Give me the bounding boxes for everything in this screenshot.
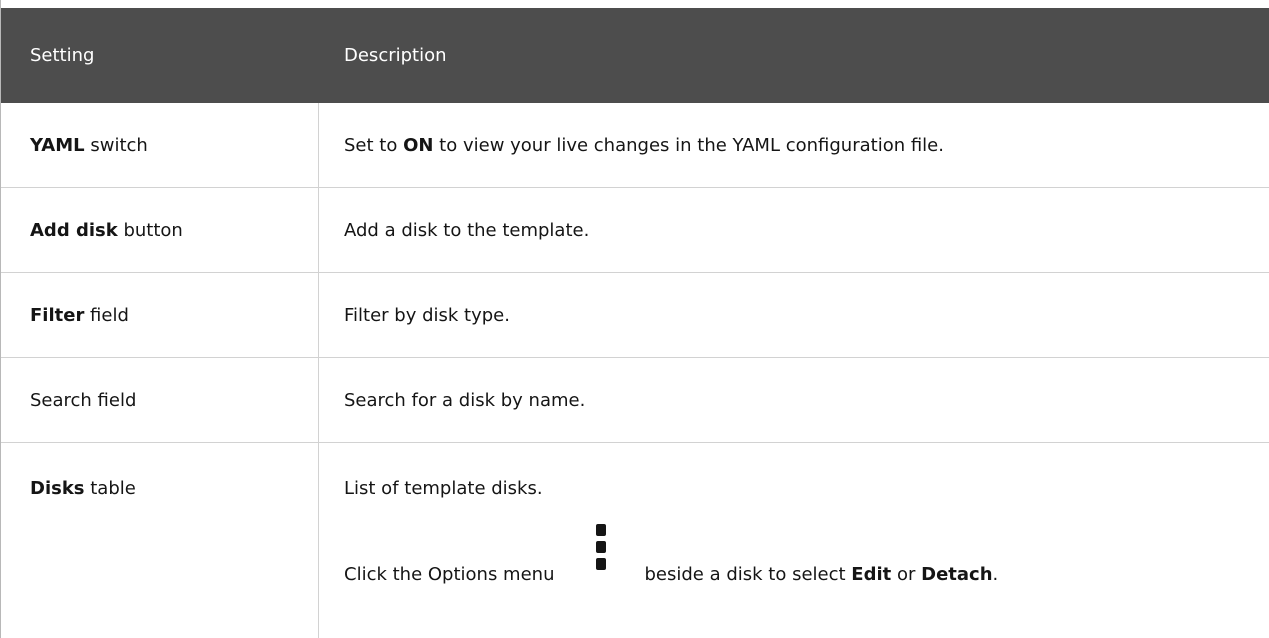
table-row: Search field Search for a disk by name. [1,358,1269,443]
description-text: to view your live changes in the YAML co… [433,134,944,156]
description-emphasis: Detach [921,563,993,585]
description-text: beside a disk to select [644,563,852,585]
settings-table: Setting Description YAML switch Set to O… [0,0,1269,638]
setting-cell: Filter field [1,273,319,357]
description-emphasis: ON [403,134,434,156]
table-row: YAML switch Set to ON to view your live … [1,103,1269,188]
setting-name: Search field [30,389,137,411]
description-cell: List of template disks. Click the Option… [319,443,1269,638]
description-text: Click the Options menu [344,563,555,585]
description-cell: Add a disk to the template. [319,188,1269,272]
setting-cell: Add disk button [1,188,319,272]
description-line: Click the Options menu beside a disk to … [344,524,999,597]
header-setting: Setting [30,44,95,66]
description-text: List of template disks. [344,478,543,499]
description-cell: Set to ON to view your live changes in t… [319,103,1269,187]
description-text: Filter by disk type. [344,304,510,326]
table-row: Add disk button Add a disk to the templa… [1,188,1269,273]
setting-type: table [84,478,136,499]
description-text: Search for a disk by name. [344,389,586,411]
description-text: . [992,563,999,585]
description-cell: Filter by disk type. [319,273,1269,357]
setting-name: Filter [30,304,85,326]
description-emphasis: Edit [851,563,892,585]
description-text: Add a disk to the template. [344,219,590,241]
setting-name: Disks [30,478,85,499]
description-text: or [891,563,922,585]
setting-cell: YAML switch [1,103,319,187]
setting-cell: Search field [1,358,319,442]
header-description: Description [344,44,447,66]
setting-type: switch [84,134,148,156]
table-row: Disks table List of template disks. Clic… [1,443,1269,638]
setting-name: Add disk [30,219,118,241]
setting-type: button [117,219,183,241]
kebab-icon [596,524,607,570]
setting-cell: Disks table [1,443,319,638]
setting-type: field [84,304,129,326]
description-cell: Search for a disk by name. [319,358,1269,442]
description-text: Set to [344,134,404,156]
table-row: Filter field Filter by disk type. [1,273,1269,358]
setting-name: YAML [30,134,85,156]
table-header: Setting Description [1,0,1269,103]
